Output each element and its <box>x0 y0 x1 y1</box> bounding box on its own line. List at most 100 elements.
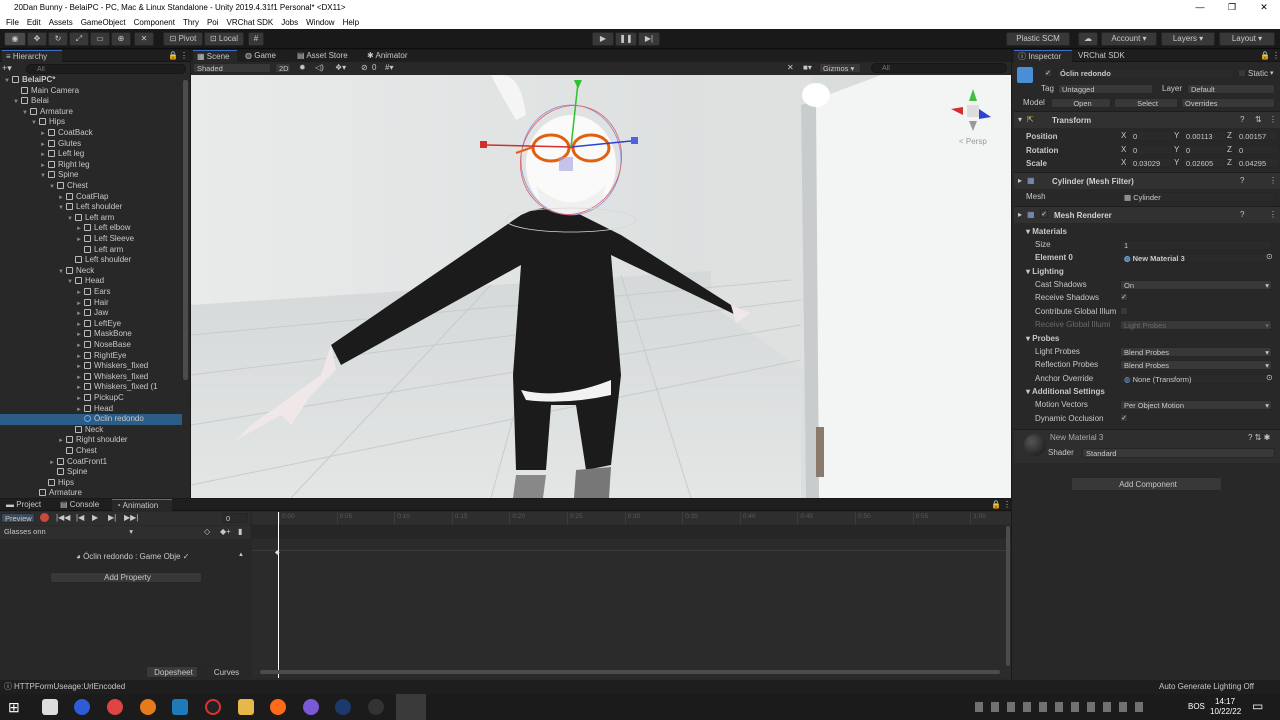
explorer-icon[interactable] <box>42 699 58 715</box>
hierarchy-row[interactable]: ► CoatFlap <box>0 192 182 203</box>
hierarchy-row[interactable]: ► Whiskers_fixed (1 <box>0 382 182 393</box>
renderer-checkbox[interactable] <box>1120 307 1128 315</box>
hierarchy-row[interactable]: ► PickupC <box>0 393 182 404</box>
account-dropdown[interactable]: Account ▾ <box>1101 32 1157 46</box>
transform-rotation-z-field[interactable]: 0 <box>1235 144 1279 155</box>
transform-rotation-y-field[interactable]: 0 <box>1182 144 1226 155</box>
hierarchy-row[interactable]: ▼ Left shoulder <box>0 202 182 213</box>
model-select-button[interactable]: Select <box>1114 98 1178 108</box>
hierarchy-row[interactable]: ► Left Sleeve <box>0 234 182 245</box>
mesh-renderer-foldout-icon[interactable]: ▸ <box>1018 210 1022 219</box>
transform-position-z-field[interactable]: 0.00157 <box>1235 131 1279 141</box>
mesh-renderer-help-icon[interactable]: ? <box>1240 210 1244 219</box>
object-name-field[interactable]: Óclin redondo <box>1056 68 1234 79</box>
step-button[interactable]: ▶| <box>638 32 660 46</box>
last-keyframe-icon[interactable]: ▶▶| <box>124 513 138 522</box>
hierarchy-row[interactable]: Left shoulder <box>0 255 182 266</box>
minimize-button[interactable]: — <box>1184 0 1216 15</box>
tab-inspector[interactable]: ⓘ Inspector <box>1014 50 1072 62</box>
firefox-icon[interactable] <box>270 699 286 715</box>
dopesheet-vscroll[interactable] <box>1006 526 1010 666</box>
hierarchy-row[interactable]: Neck <box>0 425 182 436</box>
tab-animator[interactable]: ✱ Animator <box>363 50 412 62</box>
play-anim-icon[interactable]: ▶ <box>92 513 98 522</box>
menu-file[interactable]: File <box>2 18 23 27</box>
renderer-checkbox[interactable]: ✓ <box>1120 293 1128 301</box>
foldout-arrow-icon[interactable]: ▾ <box>1018 115 1022 124</box>
static-checkbox[interactable] <box>1238 69 1246 77</box>
renderer-rp-field[interactable]: Blend Probes ▾ <box>1120 360 1272 370</box>
hierarchy-row[interactable]: ► LeftEye <box>0 319 182 330</box>
hierarchy-row[interactable]: Óclin redondo <box>0 414 182 425</box>
scene-search-input[interactable] <box>871 63 1007 73</box>
clock-time[interactable]: 14:17 <box>1215 697 1235 706</box>
browser-icon[interactable] <box>107 699 123 715</box>
scene-viewport[interactable]: < Persp <box>191 75 1011 498</box>
layout-dropdown[interactable]: Layout ▾ <box>1219 32 1275 46</box>
inspector-kebab-icon[interactable]: ⋮ <box>1268 50 1280 62</box>
hierarchy-row[interactable]: ► Whiskers_fixed <box>0 372 182 383</box>
transform-position-y-field[interactable]: 0.00113 <box>1182 131 1226 141</box>
hierarchy-row[interactable]: ► MaskBone <box>0 329 182 340</box>
hand-tool-icon[interactable]: ◉ <box>4 32 26 46</box>
menu-gameobject[interactable]: GameObject <box>77 18 130 27</box>
hierarchy-row[interactable]: ▼ Left arm <box>0 213 182 224</box>
menu-vrchat-sdk[interactable]: VRChat SDK <box>223 18 278 27</box>
scale-tool-icon[interactable]: ⤢ <box>69 32 89 46</box>
rotate-tool-icon[interactable]: ↻ <box>48 32 68 46</box>
hierarchy-row[interactable]: ► Hair <box>0 298 182 309</box>
menu-window[interactable]: Window <box>302 18 338 27</box>
layer-dropdown[interactable]: Default <box>1187 84 1275 94</box>
obs-icon[interactable] <box>205 699 221 715</box>
camera-icon[interactable]: ■▾ <box>803 63 812 72</box>
prev-keyframe-icon[interactable]: |◀ <box>76 513 84 522</box>
model-open-button[interactable]: Open <box>1051 98 1111 108</box>
first-keyframe-icon[interactable]: |◀◀ <box>56 513 70 522</box>
active-checkbox[interactable]: ✓ <box>1044 69 1052 77</box>
menu-poi[interactable]: Poi <box>203 18 223 27</box>
hierarchy-row[interactable]: ► Right leg <box>0 160 182 171</box>
hierarchy-row[interactable]: ► Whiskers_fixed <box>0 361 182 372</box>
hierarchy-row[interactable]: ► CoatFront1 <box>0 457 182 468</box>
tab-project[interactable]: ▬ Project <box>2 499 45 511</box>
renderer-cast-field[interactable]: On ▾ <box>1120 280 1272 290</box>
frame-field[interactable]: 0 <box>222 513 248 523</box>
clock-date[interactable]: 10/22/22 <box>1210 707 1241 716</box>
static-dropdown-icon[interactable]: ▾ <box>1270 69 1274 77</box>
tab-game[interactable]: ◍ Game <box>241 50 280 62</box>
shading-mode-dropdown[interactable]: Shaded <box>193 63 271 73</box>
event-lane[interactable] <box>252 525 1011 539</box>
kebab-menu-icon[interactable]: ⋮ <box>176 50 192 62</box>
transform-rotation-x-field[interactable]: 0 <box>1129 144 1173 155</box>
local-toggle[interactable]: ⊡ Local <box>204 32 244 46</box>
hierarchy-row[interactable]: ► RightEye <box>0 351 182 362</box>
transform-scale-y-field[interactable]: 0.02605 <box>1182 158 1226 168</box>
hierarchy-row[interactable]: ► CoatBack <box>0 128 182 139</box>
lighting-icon[interactable]: ✹ <box>299 63 306 72</box>
hierarchy-row[interactable]: Left arm <box>0 245 182 256</box>
status-message[interactable]: HTTPFormUseage:UrlEncoded <box>14 680 125 694</box>
hierarchy-row[interactable]: ► Left leg <box>0 149 182 160</box>
layers-dropdown[interactable]: Layers ▾ <box>1161 32 1215 46</box>
move-tool-icon[interactable]: ✥ <box>27 32 47 46</box>
tab-scene[interactable]: ▦ Scene <box>193 50 237 62</box>
renderer-rgi-field[interactable]: Light Probes ▾ <box>1120 320 1272 330</box>
renderer-lp-field[interactable]: Blend Probes ▾ <box>1120 347 1272 357</box>
pause-button[interactable]: ❚❚ <box>615 32 637 46</box>
tag-dropdown[interactable]: Untagged <box>1058 84 1153 94</box>
hierarchy-row[interactable]: ► Right shoulder <box>0 435 182 446</box>
hidden-objects-icon[interactable]: ⊘ <box>361 63 368 72</box>
menu-jobs[interactable]: Jobs <box>277 18 302 27</box>
2d-toggle[interactable]: 2D <box>275 63 291 73</box>
property-collapse-icon[interactable]: ▲ <box>238 552 244 558</box>
language-indicator[interactable]: BOS <box>1188 702 1205 711</box>
add-property-button[interactable]: Add Property <box>50 572 202 583</box>
add-keyframe-icon[interactable]: ◆+ <box>220 527 231 536</box>
hierarchy-row[interactable]: Main Camera <box>0 86 182 97</box>
keyframe-icon[interactable]: ◆ <box>275 549 280 556</box>
hierarchy-row[interactable]: Hips <box>0 478 182 489</box>
tab-animation[interactable]: ◔ Animation <box>112 499 172 511</box>
filter-keyframe-icon[interactable]: ◇ <box>204 527 210 536</box>
hierarchy-row[interactable]: ▼ Hips <box>0 117 182 128</box>
menu-assets[interactable]: Assets <box>45 18 77 27</box>
